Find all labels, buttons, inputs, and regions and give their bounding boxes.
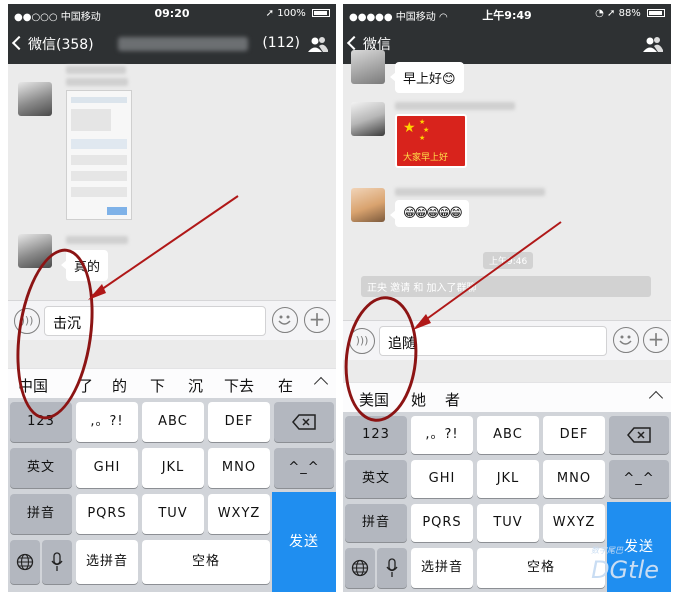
watermark-subtext: 数字尾巴: [591, 546, 623, 555]
watermark-logo: DGtle: [591, 556, 659, 584]
annotation-arrow: [413, 221, 562, 330]
annotation-arrow: [88, 195, 239, 300]
right-phone-screenshot: ●●●●● 中国移动 ◠ 上午9:49 ◔ ➚ 88% 微信 早上好😊 ★ ★ …: [343, 4, 671, 592]
left-phone-screenshot: ●●○○○ 中国移动 09:20 ➚ 100% 微信(358) (112) 真的…: [8, 4, 336, 592]
